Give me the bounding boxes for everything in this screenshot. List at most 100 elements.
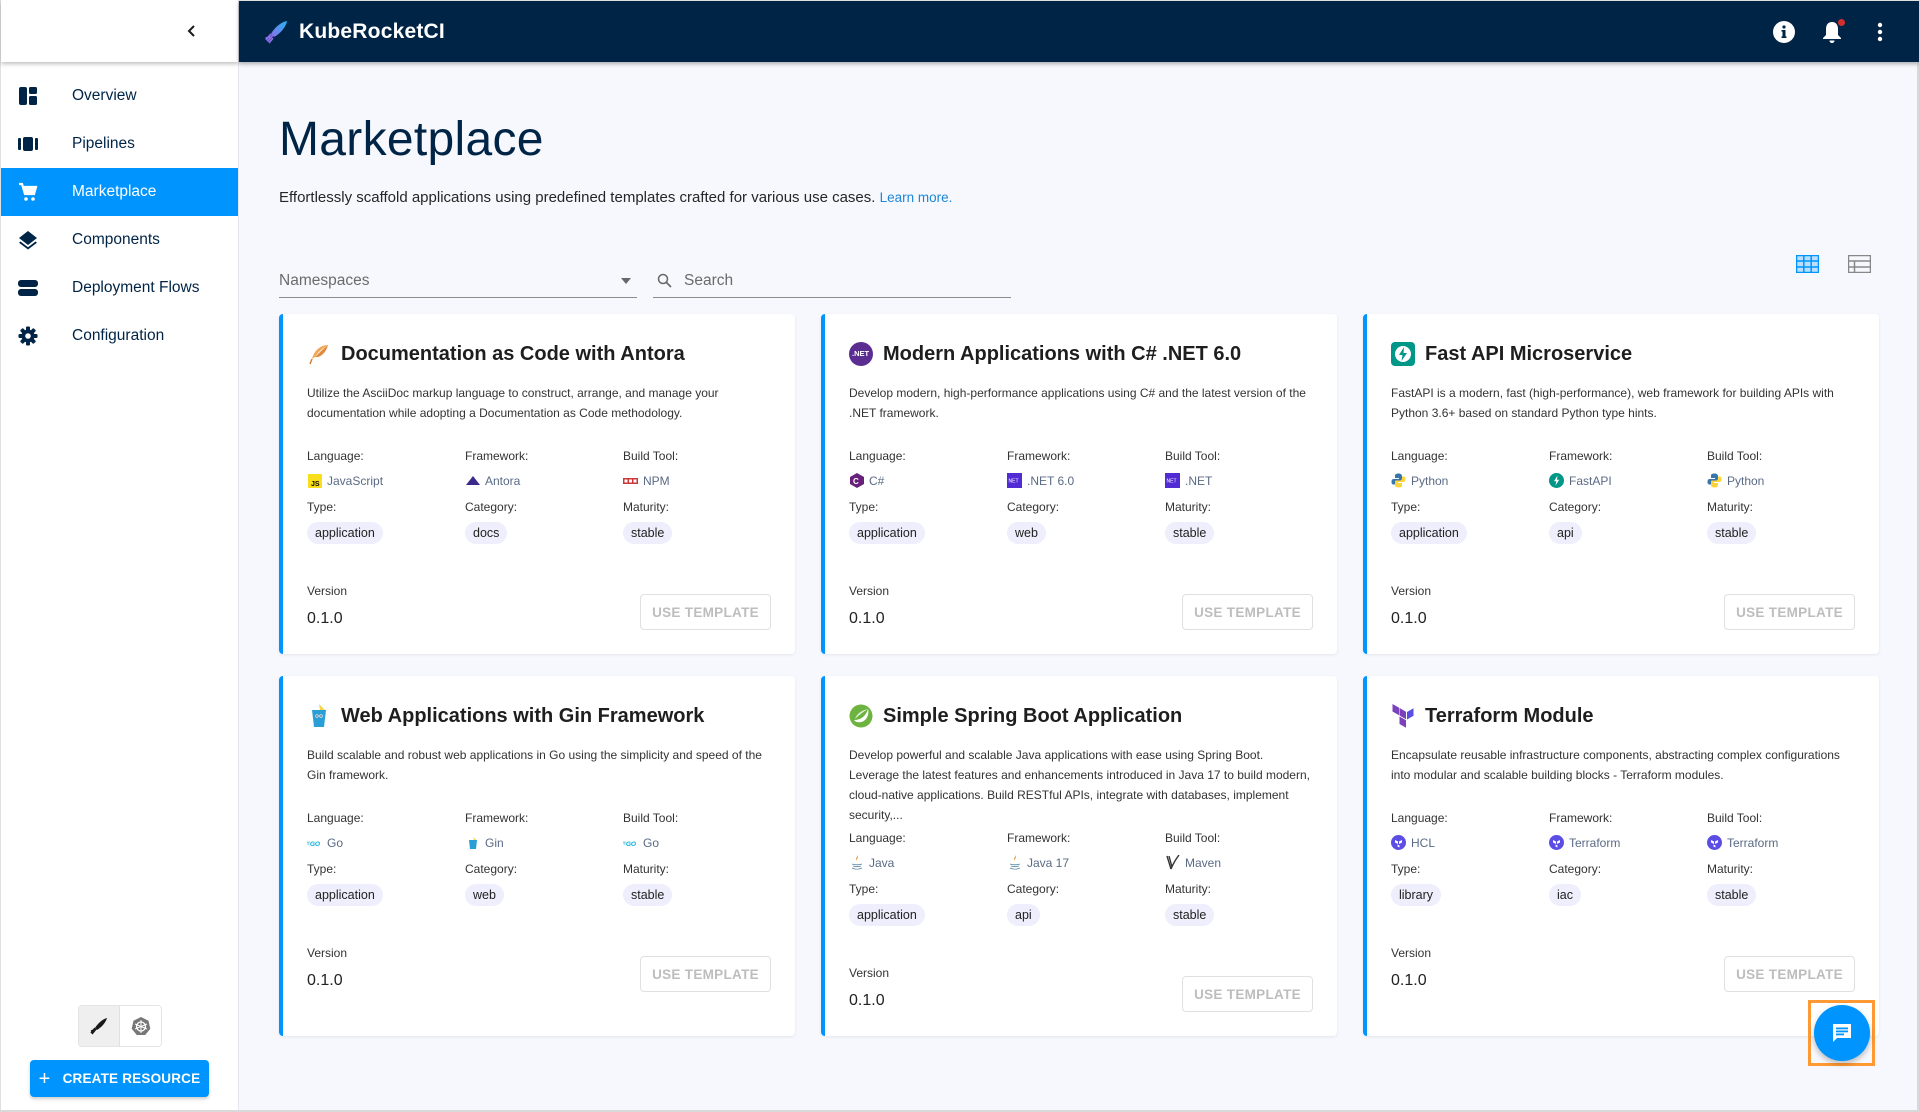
fastapi-framework-icon bbox=[1549, 473, 1564, 488]
language-value: Java bbox=[849, 855, 1007, 870]
svg-text:NET: NET bbox=[1167, 479, 1177, 485]
maturity-label: Maturity: bbox=[1707, 500, 1754, 514]
collapse-sidebar-button[interactable] bbox=[180, 19, 204, 43]
page-title: Marketplace bbox=[279, 113, 544, 166]
build-tool-label: Build Tool: bbox=[1165, 831, 1221, 845]
language-value: Python bbox=[1391, 473, 1549, 488]
grid-view-button[interactable] bbox=[1795, 252, 1819, 276]
sidebar-item-label: Marketplace bbox=[72, 183, 157, 200]
flows-icon bbox=[18, 278, 38, 298]
rocket-icon bbox=[90, 1018, 107, 1035]
build-tool-value: NPM bbox=[623, 473, 781, 488]
sidebar-item-overview[interactable]: Overview bbox=[1, 72, 238, 120]
card-title: Fast API Microservice bbox=[1391, 342, 1855, 366]
category-label: Category: bbox=[1007, 882, 1060, 896]
use-template-button[interactable]: USE TEMPLATE bbox=[1182, 594, 1313, 630]
namespaces-select[interactable]: Namespaces bbox=[279, 264, 637, 298]
dashboard-icon bbox=[18, 86, 38, 106]
cart-icon bbox=[18, 182, 38, 202]
java-framework-icon bbox=[1007, 855, 1022, 870]
card-metadata: Language: C C# Framework: NET .NET 6.0 Build… bbox=[849, 449, 1313, 544]
maturity-label: Maturity: bbox=[623, 500, 670, 514]
language-label: Language: bbox=[307, 811, 364, 825]
java-icon bbox=[849, 855, 864, 870]
sidebar-item-marketplace[interactable]: Marketplace bbox=[1, 168, 238, 216]
brand[interactable]: KubeRocketCI bbox=[263, 19, 445, 45]
fastapi-icon bbox=[1391, 342, 1415, 366]
use-template-button[interactable]: USE TEMPLATE bbox=[640, 594, 771, 630]
kuberocketci-logo-icon bbox=[263, 19, 289, 45]
card-title-text: Fast API Microservice bbox=[1425, 342, 1633, 365]
language-value: JS JavaScript bbox=[307, 473, 465, 488]
framework-value: Terraform bbox=[1549, 835, 1707, 850]
antora-feather-icon bbox=[307, 342, 331, 366]
version-label: Version bbox=[1391, 946, 1432, 960]
type-chip: application bbox=[307, 884, 383, 906]
csharp-icon: C bbox=[849, 473, 864, 488]
type-chip: application bbox=[1391, 522, 1467, 544]
use-template-button[interactable]: USE TEMPLATE bbox=[1182, 976, 1313, 1012]
sidebar-item-configuration[interactable]: Configuration bbox=[1, 312, 238, 360]
category-chip: web bbox=[1007, 522, 1046, 544]
learn-more-link[interactable]: Learn more. bbox=[880, 190, 953, 205]
build-tool-value: Maven bbox=[1165, 855, 1323, 870]
python-icon bbox=[1391, 473, 1406, 488]
use-template-button[interactable]: USE TEMPLATE bbox=[640, 956, 771, 992]
template-card: Documentation as Code with Antora Utiliz… bbox=[279, 314, 795, 654]
sidebar-item-components[interactable]: Components bbox=[1, 216, 238, 264]
use-template-button[interactable]: USE TEMPLATE bbox=[1724, 594, 1855, 630]
page-subtitle: Effortlessly scaffold applications using… bbox=[279, 189, 1879, 206]
kubernetes-icon bbox=[131, 1017, 150, 1035]
search-icon bbox=[657, 273, 672, 288]
card-title: .NET Modern Applications with C# .NET 6.… bbox=[849, 342, 1313, 366]
namespaces-placeholder: Namespaces bbox=[279, 271, 370, 289]
npm-icon bbox=[623, 473, 638, 488]
create-resource-button[interactable]: + CREATE RESOURCE bbox=[30, 1060, 209, 1097]
build-tool-label: Build Tool: bbox=[1165, 449, 1221, 463]
list-view-button[interactable] bbox=[1847, 252, 1871, 276]
search-input[interactable] bbox=[684, 271, 984, 290]
version-value: 0.1.0 bbox=[1391, 972, 1427, 989]
mode-toggle-group bbox=[78, 1005, 162, 1047]
maturity-chip: stable bbox=[1707, 522, 1757, 544]
chevron-left-icon bbox=[187, 25, 195, 37]
gear-icon bbox=[18, 326, 38, 346]
grid-view-icon bbox=[1795, 255, 1819, 273]
category-chip: docs bbox=[465, 522, 508, 544]
type-label: Type: bbox=[307, 862, 337, 876]
card-metadata: Language: HCL Framework: Terraform Build T… bbox=[1391, 811, 1855, 906]
card-title: Web Applications with Gin Framework bbox=[307, 704, 771, 728]
template-card: Fast API Microservice FastAPI is a moder… bbox=[1363, 314, 1879, 654]
card-metadata: Language: Python Framework: FastAPI Build … bbox=[1391, 449, 1855, 544]
use-template-button[interactable]: USE TEMPLATE bbox=[1724, 956, 1855, 992]
language-label: Language: bbox=[1391, 811, 1448, 825]
card-title-text: Terraform Module bbox=[1425, 704, 1594, 727]
sidebar-item-deployment-flows[interactable]: Deployment Flows bbox=[1, 264, 238, 312]
maturity-chip: stable bbox=[1165, 522, 1215, 544]
krci-mode-toggle[interactable] bbox=[79, 1006, 120, 1046]
template-grid: Documentation as Code with Antora Utiliz… bbox=[279, 314, 1880, 1036]
python-build-icon bbox=[1707, 473, 1722, 488]
maturity-label: Maturity: bbox=[623, 862, 670, 876]
feedback-button[interactable] bbox=[1813, 1005, 1870, 1061]
terraform-framework-icon bbox=[1549, 835, 1564, 850]
info-button[interactable] bbox=[1771, 19, 1797, 45]
dotnet-icon: .NET bbox=[849, 342, 873, 366]
search-field bbox=[653, 264, 1011, 298]
build-tool-value: Python bbox=[1707, 473, 1865, 488]
maturity-chip: stable bbox=[1707, 884, 1757, 906]
chat-feedback-icon bbox=[1832, 1024, 1851, 1042]
kubernetes-mode-toggle[interactable] bbox=[120, 1006, 161, 1046]
card-metadata: Language: Java Framework: Java 17 Build To… bbox=[849, 831, 1313, 926]
antora-icon bbox=[465, 473, 480, 488]
dotnet-framework-icon: NET bbox=[1007, 473, 1022, 488]
sidebar-item-pipelines[interactable]: Pipelines bbox=[1, 120, 238, 168]
more-options-button[interactable] bbox=[1867, 19, 1893, 45]
maven-icon bbox=[1165, 855, 1180, 870]
build-tool-label: Build Tool: bbox=[1707, 811, 1763, 825]
version-value: 0.1.0 bbox=[1391, 610, 1427, 627]
build-tool-label: Build Tool: bbox=[623, 449, 679, 463]
notifications-button[interactable] bbox=[1819, 19, 1845, 45]
type-chip: library bbox=[1391, 884, 1442, 906]
notification-badge bbox=[1838, 19, 1845, 26]
